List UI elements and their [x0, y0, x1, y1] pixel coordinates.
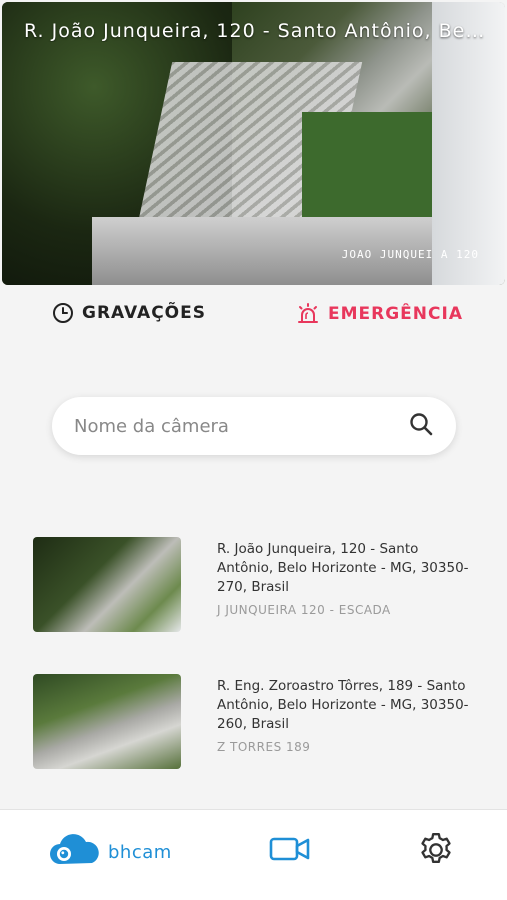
- app-screen: R. João Junqueira, 120 - Santo Antônio, …: [0, 0, 507, 900]
- search-icon[interactable]: [408, 411, 434, 441]
- camera-name: Z TORRES 189: [217, 740, 311, 754]
- logo-text: bhcam: [108, 841, 172, 863]
- emergency-label: EMERGÊNCIA: [328, 304, 463, 324]
- video-title: R. João Junqueira, 120 - Santo Antônio, …: [24, 20, 486, 42]
- recordings-button[interactable]: GRAVAÇÕES: [52, 302, 206, 324]
- camera-address: R. Eng. Zoroastro Tôrres, 189 - Santo An…: [217, 678, 469, 732]
- cloud-camera-icon: [48, 832, 104, 872]
- camera-thumbnail: [33, 537, 181, 632]
- clock-icon: [52, 302, 74, 324]
- camera-address: R. João Junqueira, 120 - Santo Antônio, …: [217, 541, 469, 595]
- camera-name: J JUNQUEIRA 120 - ESCADA: [217, 603, 391, 617]
- video-camera-icon[interactable]: [269, 836, 311, 866]
- camera-list-item[interactable]: R. Eng. Zoroastro Tôrres, 189 - Santo An…: [33, 674, 473, 774]
- bottom-navigation: bhcam: [0, 809, 507, 900]
- recordings-label: GRAVAÇÕES: [82, 303, 206, 323]
- video-camera-overlay: JOAO JUNQUEI A 120: [341, 248, 479, 261]
- bhcam-logo[interactable]: bhcam: [48, 832, 172, 872]
- video-scene-wall: [432, 2, 505, 285]
- emergency-button[interactable]: EMERGÊNCIA: [296, 302, 463, 326]
- action-bar: GRAVAÇÕES EMERGÊNCIA: [0, 296, 507, 336]
- camera-thumbnail: [33, 674, 181, 769]
- video-scene-grass: [302, 112, 452, 222]
- settings-gear-icon[interactable]: [416, 830, 456, 874]
- siren-icon: [296, 302, 320, 326]
- live-video-player[interactable]: R. João Junqueira, 120 - Santo Antônio, …: [2, 2, 505, 285]
- camera-search-bar: [52, 397, 456, 455]
- camera-list-item[interactable]: R. João Junqueira, 120 - Santo Antônio, …: [33, 537, 473, 637]
- camera-search-input[interactable]: [74, 415, 408, 437]
